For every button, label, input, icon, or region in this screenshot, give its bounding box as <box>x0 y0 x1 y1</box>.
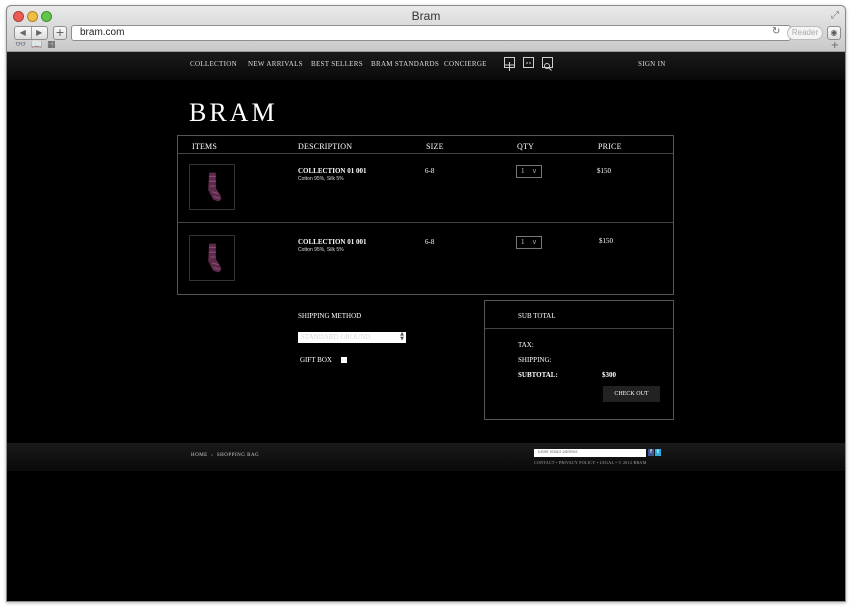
back-icon[interactable]: ◀ <box>15 27 32 39</box>
facebook-icon[interactable]: f <box>648 449 654 456</box>
summary-divider <box>485 328 673 329</box>
quantity-select[interactable]: 1 ∨ <box>516 165 542 178</box>
browser-window: Bram ⤢ ◀ ▶ + bram.com ↻ Reader ◉ 👓 📖 ▦ +… <box>6 5 846 602</box>
nav-concierge[interactable]: CONCIERGE <box>444 60 487 68</box>
product-size: 6-8 <box>425 167 435 175</box>
chevron-down-icon: ∨ <box>531 167 537 175</box>
window-title: Bram <box>411 9 441 23</box>
quantity-value: 1 <box>521 167 525 175</box>
gift-box-label: GIFT BOX <box>300 356 332 364</box>
top-sites-icon[interactable]: ▦ <box>47 40 56 50</box>
select-arrows-icon: ▲ ▼ <box>400 331 404 342</box>
breadcrumb: HOME › SHOPPING BAG <box>191 453 259 458</box>
chevron-down-icon: ∨ <box>531 238 537 246</box>
order-summary: SUB TOTAL TAX: SHIPPING: SUBTOTAL: $300 … <box>484 300 674 420</box>
subtotal-label: SUBTOTAL: <box>518 371 558 379</box>
new-tab-icon[interactable]: + <box>831 40 839 51</box>
header-items: ITEMS <box>192 142 217 151</box>
breadcrumb-current: SHOPPING BAG <box>216 453 260 458</box>
subtotal-value: $300 <box>602 371 616 379</box>
search-icon[interactable] <box>542 57 553 71</box>
shipping-method-value: STANDARD GROUND <box>301 333 371 341</box>
reload-icon[interactable]: ↻ <box>772 26 780 37</box>
nav-new-arrivals[interactable]: NEW ARRIVALS <box>248 60 303 68</box>
fullscreen-icon[interactable]: ⤢ <box>831 10 839 21</box>
tax-label: TAX: <box>518 341 534 349</box>
reading-list-icon[interactable]: 👓 <box>15 40 26 50</box>
gift-icon[interactable] <box>504 57 515 71</box>
header-qty: QTY <box>517 142 535 151</box>
main-navigation: COLLECTION NEW ARRIVALS BEST SELLERS BRA… <box>7 52 845 80</box>
nav-bram-standards[interactable]: BRAM STANDARDS <box>371 60 439 68</box>
gift-box-checkbox[interactable] <box>341 357 347 363</box>
header-size: SIZE <box>426 142 444 151</box>
brand-logo[interactable]: BRAM <box>189 98 278 128</box>
add-bookmark-button[interactable]: + <box>53 26 67 40</box>
footer-links[interactable]: CONTACT • PRIVACY POLICY • LEGAL • © 201… <box>534 460 646 465</box>
breadcrumb-separator: › <box>211 453 214 458</box>
shipping-cost-label: SHIPPING: <box>518 356 552 364</box>
footer: HOME › SHOPPING BAG f t CONTACT • PRIVAC… <box>7 443 845 471</box>
sign-in-link[interactable]: SIGN IN <box>638 60 666 68</box>
downloads-button[interactable]: ◉ <box>827 26 841 40</box>
shipping-method-select[interactable]: STANDARD GROUND ▲ ▼ <box>298 332 406 343</box>
quantity-value: 1 <box>521 238 525 246</box>
forward-icon[interactable]: ▶ <box>32 27 48 39</box>
product-thumbnail[interactable] <box>189 235 235 281</box>
nav-collection[interactable]: COLLECTION <box>190 60 237 68</box>
bookmarks-icon[interactable]: 📖 <box>31 40 42 50</box>
shopping-bag-icon[interactable] <box>523 57 534 68</box>
check-out-button[interactable]: CHECK OUT <box>603 386 660 402</box>
back-forward-buttons: ◀ ▶ <box>14 26 48 40</box>
cart-row: COLLECTION 01 001 Cotton 95%, Silk 5% 6-… <box>178 153 673 224</box>
product-material: Cotton 95%, Silk 5% <box>298 176 344 182</box>
header-price: PRICE <box>598 142 622 151</box>
cart-row: COLLECTION 01 001 Cotton 95%, Silk 5% 6-… <box>178 223 673 294</box>
shipping-method-label: SHIPPING METHOD <box>298 312 362 320</box>
twitter-icon[interactable]: t <box>655 449 661 456</box>
browser-toolbar: Bram ⤢ ◀ ▶ + bram.com ↻ Reader ◉ 👓 📖 ▦ + <box>7 6 845 52</box>
product-name[interactable]: COLLECTION 01 001 <box>298 238 366 246</box>
newsletter-email-input[interactable] <box>534 449 646 457</box>
header-description: DESCRIPTION <box>298 142 353 151</box>
product-price: $150 <box>597 167 611 175</box>
product-price: $150 <box>599 237 613 245</box>
address-bar[interactable]: bram.com <box>71 25 791 41</box>
subtotal-title: SUB TOTAL <box>518 312 556 320</box>
product-material: Cotton 95%, Silk 5% <box>298 247 344 253</box>
cart-table: ITEMS DESCRIPTION SIZE QTY PRICE COLLECT… <box>177 135 674 295</box>
product-thumbnail[interactable] <box>189 164 235 210</box>
product-size: 6-8 <box>425 238 435 246</box>
site-content: COLLECTION NEW ARRIVALS BEST SELLERS BRA… <box>7 52 845 601</box>
nav-best-sellers[interactable]: BEST SELLERS <box>311 60 363 68</box>
reader-button[interactable]: Reader <box>787 26 823 40</box>
breadcrumb-home[interactable]: HOME <box>191 453 208 458</box>
product-name[interactable]: COLLECTION 01 001 <box>298 167 366 175</box>
quantity-select[interactable]: 1 ∨ <box>516 236 542 249</box>
